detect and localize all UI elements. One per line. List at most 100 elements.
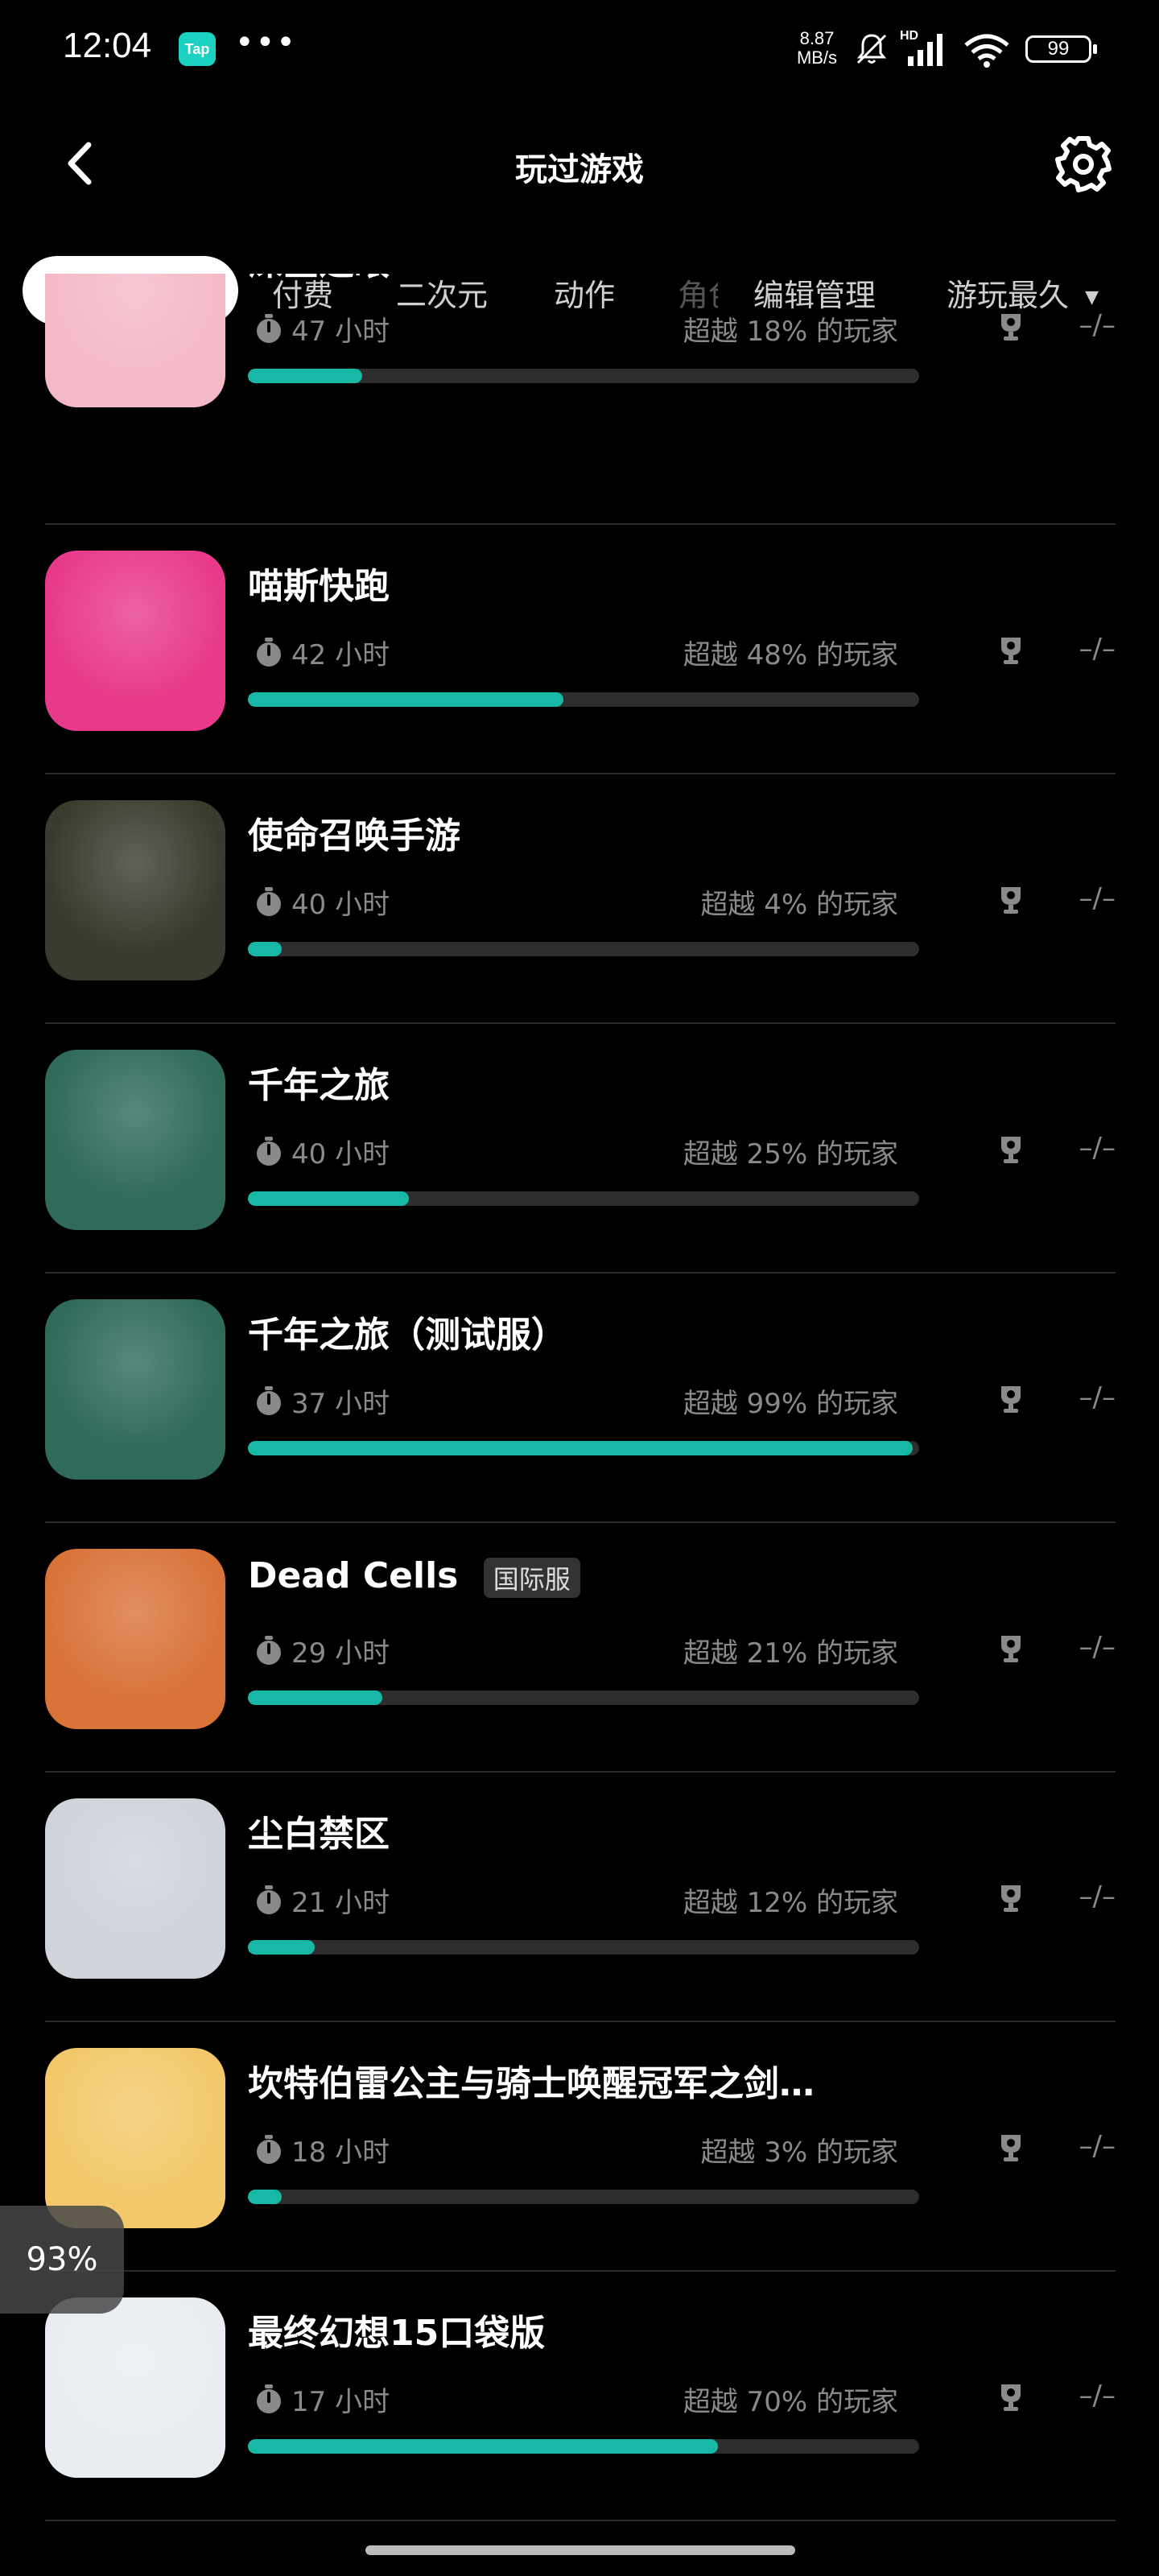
stopwatch-icon xyxy=(257,638,281,667)
game-row[interactable]: 最终幻想15口袋版 17 小时 超越 70% 的玩家 –/– xyxy=(45,2272,1116,2521)
game-icon[interactable] xyxy=(45,2048,225,2228)
playtime-progress-bar xyxy=(248,1940,919,1955)
wifi-icon xyxy=(964,34,1009,68)
playtime-progress-fill xyxy=(248,1940,316,1955)
network-speed: 8.87 MB/s xyxy=(789,29,845,68)
percentile-text: 超越 4% 的玩家 xyxy=(700,889,898,921)
achievements: –/– xyxy=(1079,1381,1116,1414)
trophy-icon xyxy=(1001,1885,1021,1912)
playtime-progress-bar xyxy=(248,1441,919,1455)
percentile-text: 超越 21% 的玩家 xyxy=(683,1637,898,1670)
game-title-text: 喵斯快跑 xyxy=(248,566,390,607)
percentile-text: 超越 3% 的玩家 xyxy=(700,2136,898,2169)
game-icon[interactable] xyxy=(45,2297,225,2478)
game-icon[interactable] xyxy=(45,1299,225,1480)
game-row[interactable]: 喵斯快跑 42 小时 超越 48% 的玩家 –/– xyxy=(45,525,1116,774)
stopwatch-icon xyxy=(257,1386,281,1415)
network-speed-unit: MB/s xyxy=(796,47,838,68)
game-title-text: 深空之眼 xyxy=(248,274,390,283)
stopwatch-icon xyxy=(257,1137,281,1166)
percentile-text: 超越 18% 的玩家 xyxy=(683,316,898,348)
battery-indicator: 99 xyxy=(1025,35,1097,63)
game-title[interactable]: 尘白禁区 xyxy=(248,1805,390,1856)
playtime: 40 小时 xyxy=(291,1138,390,1170)
achievements: –/– xyxy=(1079,1132,1116,1164)
game-title[interactable]: 深空之眼 xyxy=(248,274,390,285)
mute-icon xyxy=(856,34,887,64)
trophy-icon xyxy=(1001,1386,1021,1413)
stopwatch-icon xyxy=(257,887,281,916)
row-divider xyxy=(45,2520,1116,2521)
stopwatch-icon xyxy=(257,1636,281,1665)
achievements: –/– xyxy=(1079,1880,1116,1913)
trophy-icon xyxy=(1001,1636,1021,1662)
game-icon[interactable] xyxy=(45,274,225,407)
percentile-text: 超越 25% 的玩家 xyxy=(683,1138,898,1170)
playtime: 29 小时 xyxy=(291,1637,390,1670)
achievements: –/– xyxy=(1079,2130,1116,2162)
game-icon[interactable] xyxy=(45,551,225,731)
trophy-icon xyxy=(1001,638,1021,664)
game-icon[interactable] xyxy=(45,1798,225,1979)
game-title-text: 坎特伯雷公主与骑士唤醒冠军之剑… xyxy=(248,2063,815,2104)
playtime-progress-fill xyxy=(248,2190,282,2204)
game-title-text: Dead Cells xyxy=(248,1555,459,1596)
floating-percent-badge[interactable]: 93% xyxy=(0,2206,124,2314)
game-row[interactable]: 尘白禁区 21 小时 超越 12% 的玩家 –/– xyxy=(45,1773,1116,2022)
game-title-text: 尘白禁区 xyxy=(248,1814,390,1855)
playtime-progress-fill xyxy=(248,1441,913,1455)
trophy-icon xyxy=(1001,2384,1021,2411)
more-notifications-icon: ••• xyxy=(235,24,297,61)
achievements: –/– xyxy=(1079,309,1116,341)
signal-icon xyxy=(908,34,942,66)
playtime-progress-bar xyxy=(248,692,919,707)
achievements: –/– xyxy=(1079,2380,1116,2412)
game-row[interactable]: 坎特伯雷公主与骑士唤醒冠军之剑… 18 小时 超越 3% 的玩家 –/– xyxy=(45,2022,1116,2272)
game-title[interactable]: 喵斯快跑 xyxy=(248,557,390,609)
game-title-text: 使命召唤手游 xyxy=(248,815,460,857)
game-row[interactable]: 深空之眼 47 小时 超越 18% 的玩家 –/– xyxy=(45,274,1116,525)
game-title[interactable]: 使命召唤手游 xyxy=(248,807,460,858)
game-row[interactable]: 千年之旅 40 小时 超越 25% 的玩家 –/– xyxy=(45,1024,1116,1274)
game-icon[interactable] xyxy=(45,800,225,980)
playtime-progress-bar xyxy=(248,1690,919,1705)
stopwatch-icon xyxy=(257,2135,281,2164)
game-title[interactable]: Dead Cells 国际服 xyxy=(248,1555,580,1598)
game-row[interactable]: 千年之旅（测试服） 37 小时 超越 99% 的玩家 –/– xyxy=(45,1274,1116,1523)
playtime: 47 小时 xyxy=(291,316,390,348)
trophy-icon xyxy=(1001,314,1021,341)
taptap-notification-icon: Tap xyxy=(179,32,216,66)
game-title[interactable]: 最终幻想15口袋版 xyxy=(248,2304,545,2355)
playtime-progress-fill xyxy=(248,942,282,956)
game-title[interactable]: 千年之旅（测试服） xyxy=(248,1306,567,1357)
playtime-progress-bar xyxy=(248,369,919,383)
percentile-text: 超越 99% 的玩家 xyxy=(683,1388,898,1420)
achievements: –/– xyxy=(1079,882,1116,914)
playtime-progress-bar xyxy=(248,942,919,956)
gear-icon[interactable] xyxy=(1051,132,1116,196)
game-icon[interactable] xyxy=(45,1549,225,1729)
game-title-text: 千年之旅 xyxy=(248,1065,390,1106)
playtime-progress-fill xyxy=(248,1191,410,1206)
trophy-icon xyxy=(1001,2135,1021,2161)
game-title[interactable]: 千年之旅 xyxy=(248,1056,390,1108)
page-title: 玩过游戏 xyxy=(515,151,644,188)
percentile-text: 超越 70% 的玩家 xyxy=(683,2386,898,2418)
achievements: –/– xyxy=(1079,1631,1116,1663)
playtime-progress-fill xyxy=(248,1690,382,1705)
playtime-progress-bar xyxy=(248,2190,919,2204)
playtime: 40 小时 xyxy=(291,889,390,921)
home-indicator[interactable] xyxy=(365,2545,795,2555)
game-row[interactable]: 使命召唤手游 40 小时 超越 4% 的玩家 –/– xyxy=(45,774,1116,1024)
network-speed-value: 8.87 xyxy=(799,28,835,48)
playtime: 17 小时 xyxy=(291,2386,390,2418)
game-icon[interactable] xyxy=(45,1050,225,1230)
trophy-icon xyxy=(1001,887,1021,914)
game-title[interactable]: 坎特伯雷公主与骑士唤醒冠军之剑… xyxy=(248,2054,815,2106)
playtime: 21 小时 xyxy=(291,1887,390,1919)
game-row[interactable]: Dead Cells 国际服 29 小时 超越 21% 的玩家 –/– xyxy=(45,1523,1116,1773)
stopwatch-icon xyxy=(257,2384,281,2413)
playtime-progress-fill xyxy=(248,692,563,707)
playtime-progress-fill xyxy=(248,2439,718,2454)
playtime: 42 小时 xyxy=(291,639,390,671)
